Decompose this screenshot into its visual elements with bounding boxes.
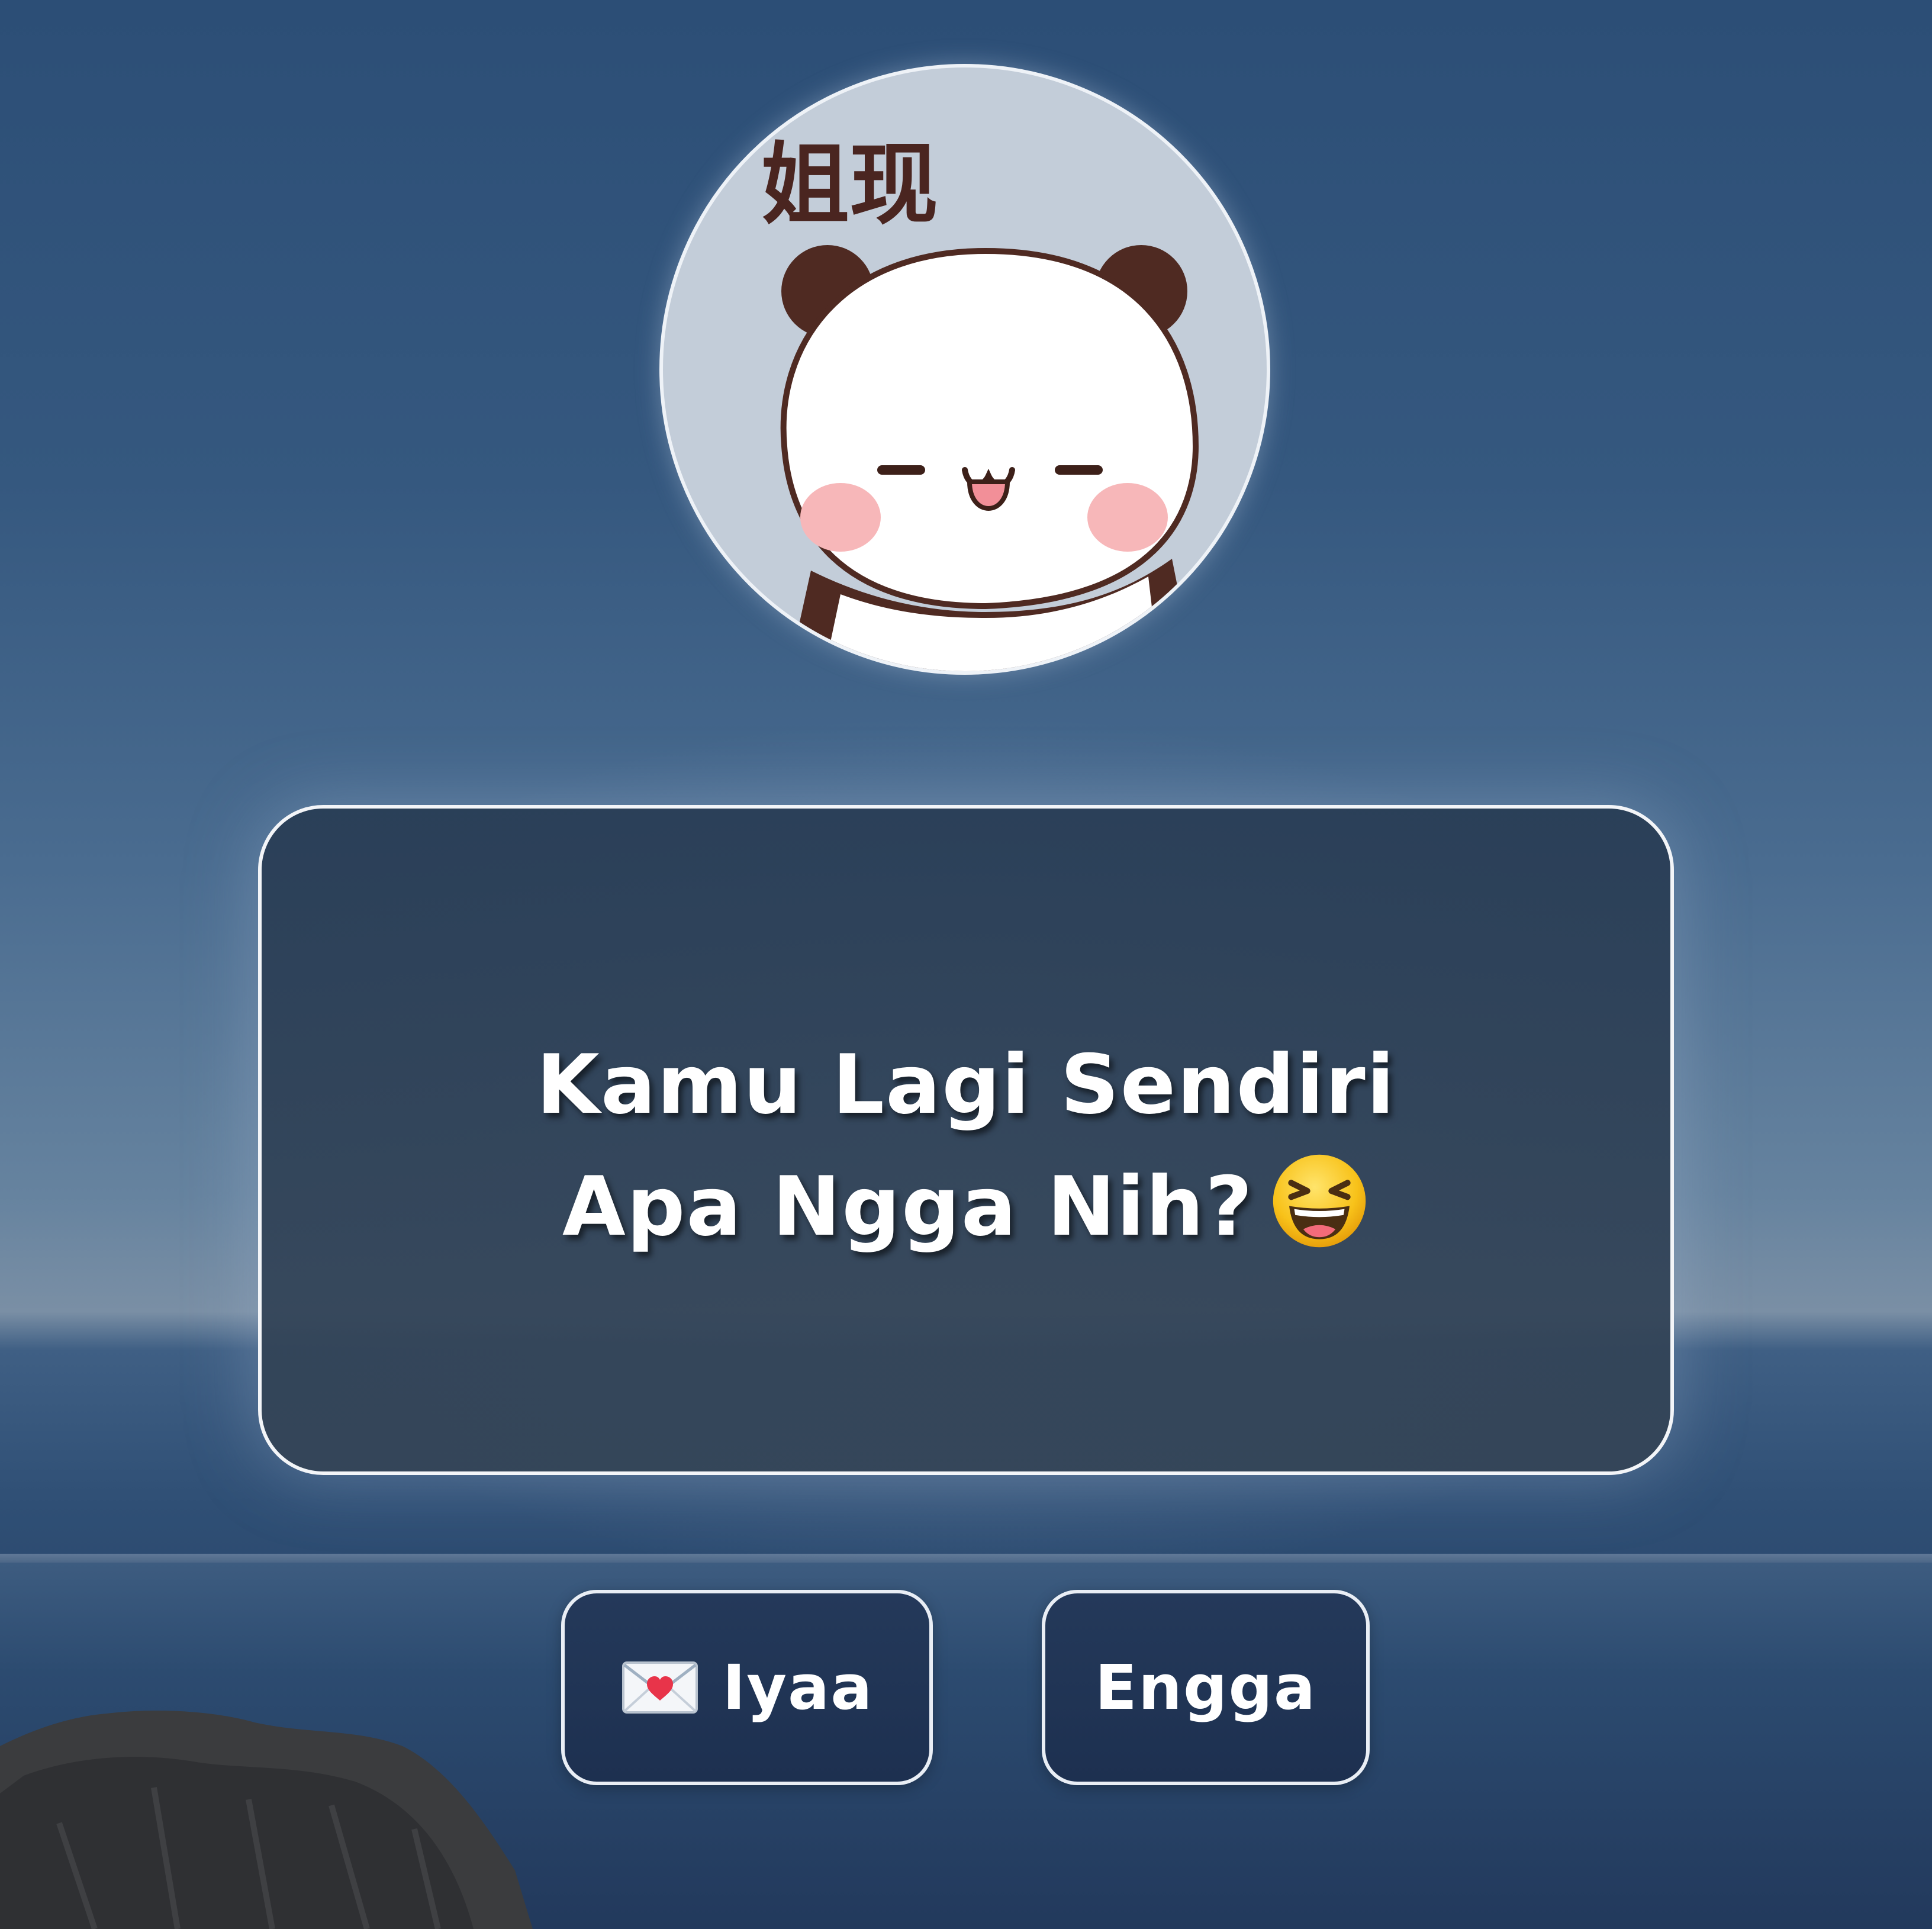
panda-sticker-icon: 姐现 [761,134,1199,671]
yes-button-label: Iyaa [722,1651,874,1724]
rock-island [0,1711,533,1929]
no-button-label: Engga [1094,1651,1317,1724]
message-line-1: Kamu Lagi Sendiri [536,1037,1396,1132]
no-button[interactable]: Engga [1042,1590,1370,1785]
message-text: Kamu Lagi Sendiri Apa Ngga Nih? [522,1024,1410,1268]
sticker-text: 姐现 [761,134,938,237]
avatar: 姐现 [659,64,1270,675]
message-line-2: Apa Ngga Nih? [522,1146,1410,1268]
message-card: Kamu Lagi Sendiri Apa Ngga Nih? [258,805,1674,1475]
grinning-squinting-face-icon [1273,1154,1366,1248]
message-line-2-text: Apa Ngga Nih? [562,1159,1254,1254]
yes-button[interactable]: Iyaa [561,1590,933,1785]
love-letter-icon [622,1661,698,1714]
